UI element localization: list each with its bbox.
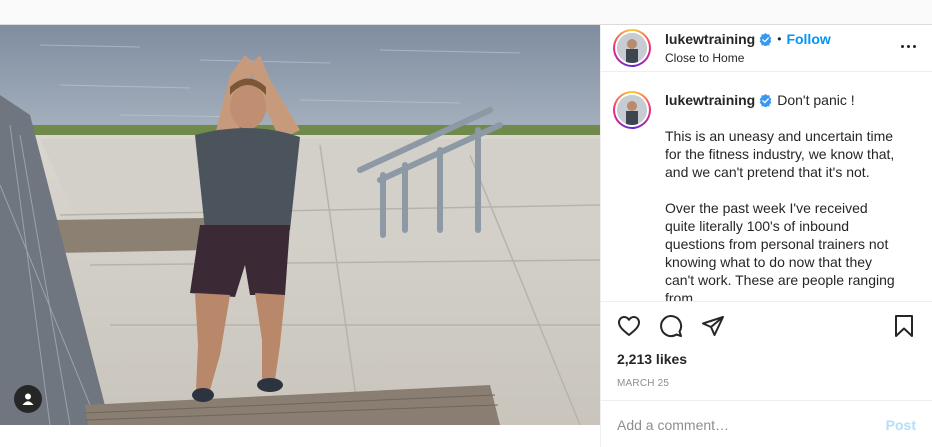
post-header: lukewtraining • Follow Close to Home (601, 25, 932, 72)
username-link[interactable]: lukewtraining (665, 30, 755, 48)
post-date[interactable]: MARCH 25 (601, 378, 932, 390)
post-actions: 2,213 likes MARCH 25 (601, 301, 932, 390)
avatar-image (617, 95, 647, 125)
avatar[interactable] (613, 29, 651, 67)
post-side-panel: lukewtraining • Follow Close to Home luk… (600, 25, 932, 447)
caption-username-link[interactable]: lukewtraining (665, 91, 755, 109)
action-icons (601, 302, 932, 350)
heart-icon (618, 316, 640, 336)
caption-lead-text: Don't panic ! (777, 92, 855, 108)
photo-illustration (0, 25, 600, 425)
comment-bubble-icon (660, 315, 683, 338)
caption-paragraph: Over the past week I've received quite l… (665, 200, 895, 301)
caption: lukewtraining Don't panic ! This is an u… (613, 91, 916, 301)
user-tag-button[interactable] (14, 385, 42, 413)
caption-scroll-area[interactable]: lukewtraining Don't panic ! This is an u… (601, 91, 932, 301)
caption-paragraph: This is an uneasy and uncertain time for… (665, 128, 895, 180)
like-button[interactable] (615, 312, 643, 340)
bookmark-icon (895, 315, 913, 337)
avatar-image (617, 33, 647, 63)
follow-button[interactable]: Follow (786, 30, 830, 48)
post-comment-button[interactable]: Post (886, 417, 916, 433)
comment-bar: Post (601, 400, 932, 447)
instagram-post: lukewtraining • Follow Close to Home luk… (0, 24, 932, 447)
more-options-icon[interactable] (899, 41, 918, 52)
caption-avatar[interactable] (613, 91, 651, 129)
verified-badge-icon (759, 32, 772, 46)
location-link[interactable]: Close to Home (665, 50, 831, 66)
comment-button[interactable] (657, 312, 685, 340)
separator-dot: • (777, 32, 782, 46)
verified-badge-icon (759, 93, 772, 107)
user-tag-icon (22, 393, 34, 405)
post-photo[interactable] (0, 25, 600, 425)
paper-plane-icon (702, 316, 724, 336)
like-count[interactable]: 2,213 likes (601, 350, 932, 368)
save-button[interactable] (890, 312, 918, 340)
share-button[interactable] (699, 312, 727, 340)
comment-input[interactable] (617, 416, 886, 433)
